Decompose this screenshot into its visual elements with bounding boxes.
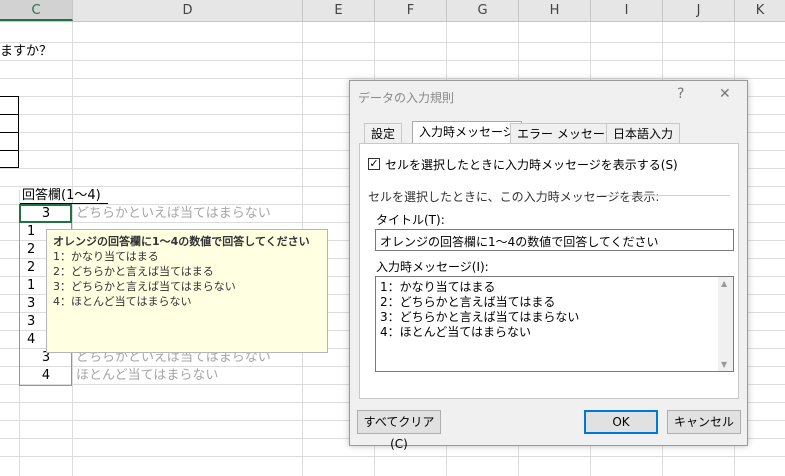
answer-cell-8[interactable]: 4 [27, 331, 35, 349]
ok-button[interactable]: OK [584, 410, 658, 434]
column-header-d[interactable]: D [73, 0, 303, 21]
message-line: 1：かなり当てはまる [380, 280, 496, 294]
answer-text-1: どちらかといえば当てはまらない [76, 206, 271, 221]
section-label: セルを選択したときに、この入力時メッセージを表示: [368, 190, 660, 204]
dialog-title: データの入力規則 [358, 91, 455, 105]
title-input-value: オレンジの回答欄に1～4の数値で回答してください [380, 235, 659, 249]
clear-all-button[interactable]: すべてクリア(C) [357, 410, 441, 451]
answer-cell-7[interactable]: 3 [27, 313, 35, 331]
column-header-e[interactable]: E [303, 0, 375, 21]
message-line: 2：どちらかと言えば当てはまる [380, 295, 556, 309]
column-header-i[interactable]: I [591, 0, 663, 21]
section-divider [600, 195, 730, 196]
tooltip-line: 2：どちらかと言えば当てはまる [53, 265, 214, 278]
column-header-g[interactable]: G [447, 0, 519, 21]
tab-ime[interactable]: 日本語入力 [606, 123, 681, 143]
tooltip-line: 4：ほとんど当てはまらない [53, 295, 192, 308]
cancel-button[interactable]: キャンセル [667, 410, 741, 434]
answer-cell-3[interactable]: 2 [27, 241, 35, 259]
answer-cell-10[interactable]: 4 [20, 367, 72, 385]
tab-input-message[interactable]: 入力時メッセージ [412, 121, 522, 144]
scroll-down-icon[interactable]: ▼ [721, 360, 727, 369]
tab-settings[interactable]: 設定 [364, 123, 403, 143]
answer-cell-1[interactable]: 3 [20, 205, 72, 223]
answer-cell-4[interactable]: 2 [27, 259, 35, 277]
message-textarea[interactable]: 1：かなり当てはまる 2：どちらかと言えば当てはまる 3：どちらかと言えば当ては… [375, 276, 734, 372]
input-message-tooltip: オレンジの回答欄に1～4の数値で回答してください 1：かなり当てはまる 2：どち… [46, 229, 328, 353]
help-icon[interactable]: ? [677, 86, 684, 102]
answer-cell-2[interactable]: 1 [27, 223, 35, 241]
show-message-checkbox[interactable]: ✓ [368, 158, 380, 170]
show-message-label[interactable]: セルを選択したときに入力時メッセージを表示する(S) [385, 156, 678, 173]
column-header-c[interactable]: C [0, 0, 73, 21]
data-validation-dialog: データの入力規則 ? ✕ 設定 入力時メッセージ エラー メッセージ 日本語入力… [349, 80, 748, 451]
close-icon[interactable]: ✕ [719, 86, 731, 102]
tooltip-title: オレンジの回答欄に1～4の数値で回答してください [53, 235, 310, 248]
column-header-j[interactable]: J [663, 0, 735, 21]
answer-cell-6[interactable]: 3 [27, 295, 35, 313]
message-line: 3：どちらかと言えば当てはまらない [380, 310, 580, 324]
question-text: ますか？ [0, 44, 53, 59]
tooltip-line: 1：かなり当てはまる [53, 250, 159, 263]
answer-text-10: ほとんど当てはまらない [76, 368, 219, 383]
column-header-k[interactable]: K [735, 0, 785, 21]
input-message-panel: ✓ セルを選択したときに入力時メッセージを表示する(S) セルを選択したときに、… [359, 143, 739, 399]
message-scrollbar[interactable]: ▲ ▼ [718, 277, 733, 371]
message-label: 入力時メッセージ(I): [376, 260, 489, 274]
column-header-h[interactable]: H [519, 0, 591, 21]
option-box-group [0, 96, 19, 168]
tooltip-line: 3：どちらかと言えば当てはまらない [53, 280, 236, 293]
column-header-bar: C D E F G H I J K [0, 0, 785, 22]
message-line: 4：ほとんど当てはまらない [380, 325, 532, 339]
title-label: タイトル(T): [376, 213, 445, 227]
column-header-f[interactable]: F [375, 0, 447, 21]
scroll-up-icon[interactable]: ▲ [721, 279, 727, 288]
message-lines: 1：かなり当てはまる 2：どちらかと言えば当てはまる 3：どちらかと言えば当ては… [380, 280, 579, 340]
answer-cell-5[interactable]: 1 [27, 277, 35, 295]
title-input[interactable]: オレンジの回答欄に1～4の数値で回答してください [375, 229, 734, 251]
